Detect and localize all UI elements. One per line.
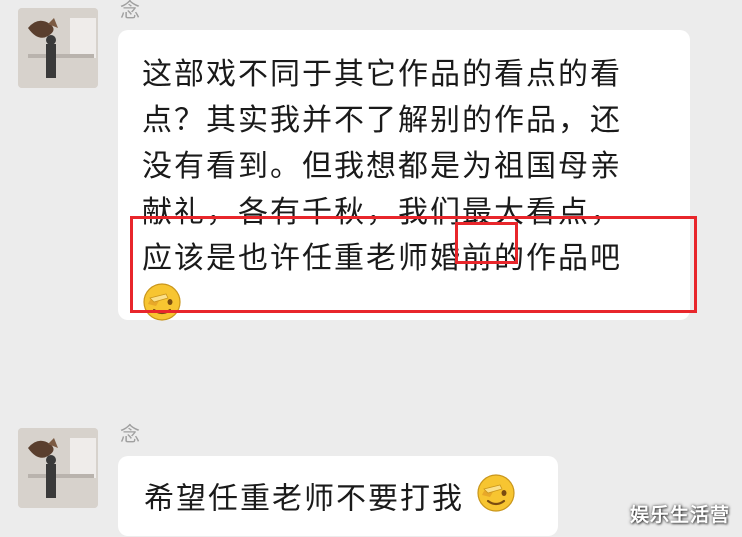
facepalm-laugh-emoji-icon [476,473,516,527]
avatar-image [18,8,98,88]
sender-name: 念 [120,422,140,446]
sender-name: 念 [120,0,140,22]
avatar[interactable] [18,8,98,88]
highlight-box-word [455,222,518,264]
message-line: 没有看到。但我想都是为祖国母亲 [142,149,622,184]
avatar[interactable] [18,428,98,508]
watermark: 娱乐生活营 [629,504,730,526]
message-content: 希望任重老师不要打我 [144,481,464,517]
message-line: 这部戏不同于其它作品的看点的看 [142,57,622,92]
avatar-image [18,428,98,508]
message-line: 点？其实我并不了解别的作品，还 [142,103,622,138]
message-line: 希望任重老师不要打我 [144,473,558,527]
message-bubble[interactable]: 希望任重老师不要打我 [118,456,558,536]
message-text: 希望任重老师不要打我 [118,456,558,527]
highlight-box-outer [130,216,697,313]
